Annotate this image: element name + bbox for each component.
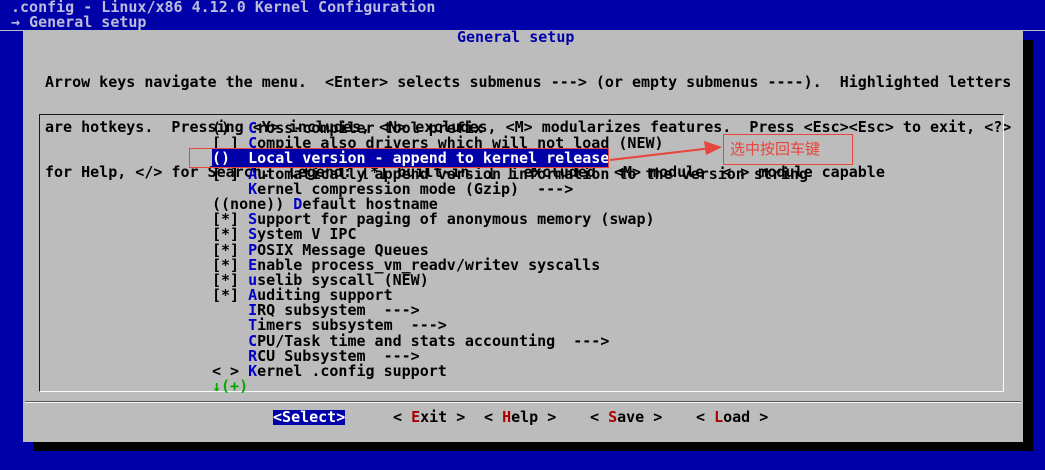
- annotation-arrow-icon: [609, 141, 722, 161]
- annotation-label: 选中按回车键: [723, 134, 853, 165]
